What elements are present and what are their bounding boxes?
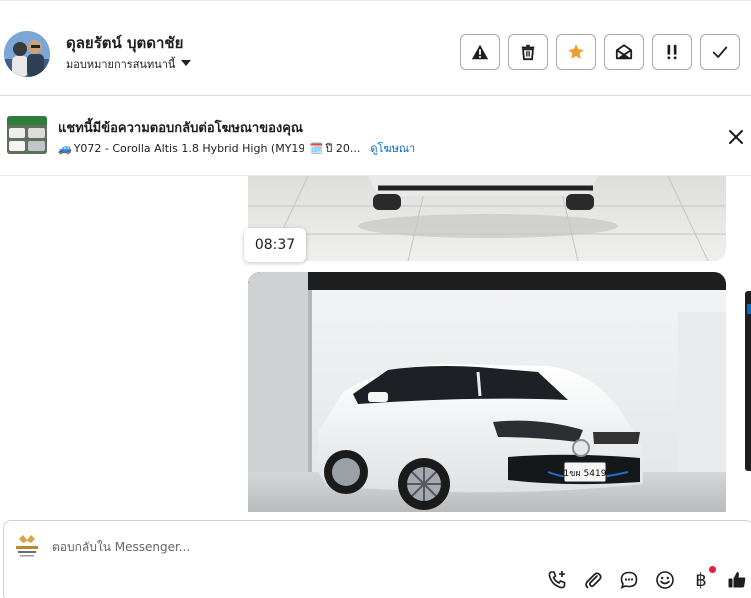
emoji-button[interactable] (654, 569, 676, 591)
message-timestamp: 08:37 (244, 228, 306, 262)
report-spam-button[interactable] (460, 34, 500, 70)
conversation-actions (460, 34, 740, 70)
calendar-icon: 🗓️ (309, 141, 324, 155)
ad-thumbnail[interactable] (7, 116, 47, 154)
scrollbar-track[interactable] (745, 291, 751, 471)
chat-bubble-icon (620, 571, 638, 589)
page-logo (13, 533, 41, 559)
scrollbar-marker (747, 304, 751, 314)
ad-text-tail: ปี 20... (325, 142, 361, 155)
message-photo[interactable] (248, 176, 726, 261)
message-photo[interactable]: 1ขผ 5419 (248, 272, 726, 512)
car-photo: 1ขผ 5419 (248, 272, 726, 512)
call-add-icon (548, 571, 566, 589)
reply-input[interactable] (52, 535, 452, 559)
payment-button[interactable]: ฿ (690, 566, 716, 591)
trash-icon (521, 44, 535, 61)
saved-replies-button[interactable] (618, 569, 640, 591)
reply-composer: ฿ (3, 520, 751, 598)
assign-conversation-dropdown[interactable]: มอบหมายการสนทนานี้ (66, 55, 192, 73)
ad-thumbnail-image (7, 116, 47, 154)
banner-title: แชทนี้มีข้อความตอบกลับต่อโฆษณาของคุณ (58, 121, 303, 136)
call-button[interactable] (546, 569, 568, 591)
star-icon (568, 44, 584, 59)
smiley-icon (656, 571, 674, 589)
like-button[interactable] (726, 569, 748, 591)
license-plate: 1ขผ 5419 (564, 469, 607, 479)
thumbs-up-icon (728, 572, 746, 588)
ad-description: 🚙 Y072 - Corolla Altis 1.8 Hybrid High (… (58, 139, 415, 157)
double-exclamation-icon (667, 44, 677, 60)
warning-icon (471, 44, 489, 60)
contact-name[interactable]: ดุลยรัตน์ บุตดาชัย (66, 31, 183, 55)
ad-text: Y072 - Corolla Altis 1.8 Hybrid High (MY… (73, 142, 304, 155)
attach-button[interactable] (582, 569, 604, 591)
check-icon (712, 46, 728, 58)
composer-toolbar: ฿ (546, 566, 748, 591)
conversation-header: ดุลยรัตน์ บุตดาชัย มอบหมายการสนทนานี้ (0, 0, 751, 96)
mark-unread-button[interactable] (604, 34, 644, 70)
contact-avatar[interactable] (4, 31, 50, 77)
paperclip-icon (585, 572, 602, 589)
assign-label: มอบหมายการสนทนานี้ (66, 58, 176, 71)
open-envelope-icon (615, 44, 633, 60)
car-icon: 🚙 (58, 141, 72, 155)
baht-icon: ฿ (695, 569, 707, 591)
message-thread[interactable]: 08:37 1ขผ 5419 (0, 176, 751, 520)
mark-done-button[interactable] (700, 34, 740, 70)
page-logo-image (16, 535, 38, 557)
follow-up-button[interactable] (652, 34, 692, 70)
ad-reply-banner: แชทนี้มีข้อความตอบกลับต่อโฆษณาของคุณ 🚙 Y… (0, 96, 751, 176)
delete-button[interactable] (508, 34, 548, 70)
caret-down-icon (181, 59, 192, 66)
view-ad-link[interactable]: ดูโฆษณา (370, 139, 415, 157)
star-button[interactable] (556, 34, 596, 70)
car-photo-bottom (248, 176, 726, 261)
notification-dot (709, 566, 716, 573)
close-banner-button[interactable] (726, 127, 746, 147)
avatar-photo (4, 31, 50, 77)
close-icon (729, 130, 743, 144)
